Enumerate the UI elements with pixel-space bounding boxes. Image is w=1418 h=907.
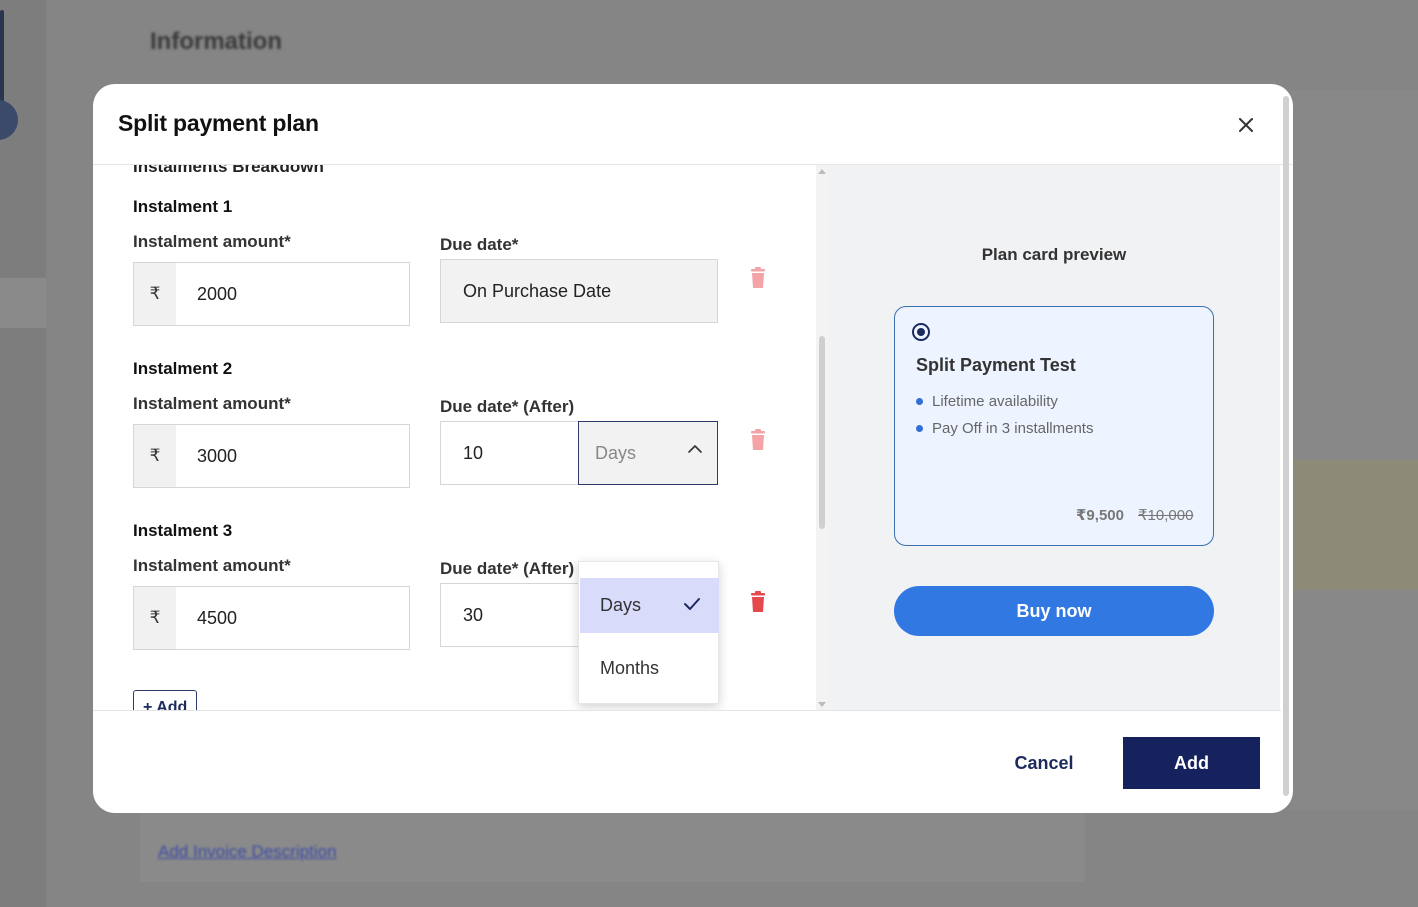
plan-price: ₹9,500 xyxy=(1076,507,1124,524)
background-nav-item xyxy=(0,278,46,328)
dropdown-option-label: Months xyxy=(600,658,660,678)
chevron-up-icon xyxy=(688,445,702,453)
plan-radio-button[interactable] xyxy=(912,323,930,341)
dropdown-option-days[interactable]: Days xyxy=(580,578,719,633)
instalment-2-amount-field[interactable]: ₹ 3000 xyxy=(133,424,410,488)
dropdown-option-label: Days xyxy=(600,595,642,615)
background-right-panel xyxy=(1290,90,1418,810)
plan-original-price: ₹10,000 xyxy=(1138,507,1194,524)
background-link: Add Invoice Description xyxy=(158,842,337,861)
bullet-icon xyxy=(916,398,923,405)
preview-title: Plan card preview xyxy=(981,245,1127,264)
instalment-3-amount-value[interactable]: 4500 xyxy=(176,587,409,649)
instalment-2-due-unit-select[interactable]: Days xyxy=(578,421,718,485)
buy-now-button[interactable]: Buy now xyxy=(894,586,1214,636)
due-unit-dropdown-menu: Days Months xyxy=(578,561,719,704)
plan-name: Split Payment Test xyxy=(916,355,1076,375)
close-button[interactable] xyxy=(1231,110,1261,140)
form-scrollbar-thumb[interactable] xyxy=(819,336,825,529)
delete-instalment-3-icon[interactable] xyxy=(748,591,768,613)
plan-feature: Lifetime availability xyxy=(916,393,1058,410)
background-sidebar xyxy=(0,0,46,907)
delete-instalment-1-icon[interactable] xyxy=(748,267,768,289)
section-heading: Instalments Breakdown xyxy=(133,165,324,176)
cancel-button[interactable]: Cancel xyxy=(993,737,1095,789)
instalment-2-title: Instalment 2 xyxy=(133,359,233,378)
due-unit-value: Days xyxy=(595,442,637,463)
instalment-2-amount-value[interactable]: 3000 xyxy=(176,425,409,487)
close-icon xyxy=(1239,118,1253,132)
instalment-1-amount-label: Instalment amount* xyxy=(133,232,291,251)
instalment-1-title: Instalment 1 xyxy=(133,197,233,216)
currency-prefix: ₹ xyxy=(134,425,176,487)
modal-scrollbar-thumb[interactable] xyxy=(1283,96,1289,796)
plan-feature-text: Pay Off in 3 installments xyxy=(932,420,1094,437)
instalment-1-amount-value[interactable]: 2000 xyxy=(176,263,409,325)
split-payment-modal: Split payment plan Instalments Breakdown… xyxy=(93,84,1293,813)
instalment-3-amount-field[interactable]: ₹ 4500 xyxy=(133,586,410,650)
instalment-2-amount-label: Instalment amount* xyxy=(133,394,291,413)
delete-instalment-2-icon[interactable] xyxy=(748,429,768,451)
dropdown-option-months[interactable]: Months xyxy=(580,641,719,696)
instalment-1-amount-field[interactable]: ₹ 2000 xyxy=(133,262,410,326)
checkmark-icon xyxy=(684,598,700,610)
add-plan-button[interactable]: Add xyxy=(1123,737,1260,789)
instalment-1-due-label: Due date* xyxy=(440,235,519,254)
plan-feature: Pay Off in 3 installments xyxy=(916,420,1093,437)
instalment-2-due-label: Due date* (After) xyxy=(440,397,575,416)
plan-preview-panel: Plan card preview Split Payment Test Lif… xyxy=(828,165,1280,710)
scroll-down-arrow-icon[interactable] xyxy=(818,702,826,707)
currency-prefix: ₹ xyxy=(134,587,176,649)
modal-title: Split payment plan xyxy=(118,110,319,136)
background-page-title: Information xyxy=(150,28,282,55)
instalments-form: Instalments Breakdown Instalment 1 Insta… xyxy=(93,165,816,710)
background-avatar xyxy=(0,100,18,140)
instalment-1-due-field[interactable]: On Purchase Date xyxy=(440,259,718,323)
radio-selected-dot xyxy=(917,328,925,336)
background-highlight-card xyxy=(1290,460,1418,590)
instalment-3-title: Instalment 3 xyxy=(133,521,233,540)
instalment-3-due-number-field[interactable]: 30 xyxy=(440,583,579,647)
scroll-up-arrow-icon[interactable] xyxy=(818,169,826,174)
plan-card: Split Payment Test Lifetime availability… xyxy=(894,306,1214,546)
modal-header: Split payment plan xyxy=(93,84,1293,165)
plan-feature-text: Lifetime availability xyxy=(932,393,1058,410)
bullet-icon xyxy=(916,425,923,432)
instalment-2-due-number-field[interactable]: 10 xyxy=(440,421,579,485)
modal-footer: Cancel Add xyxy=(93,710,1281,813)
instalment-3-due-label: Due date* (After) xyxy=(440,559,575,578)
instalment-3-amount-label: Instalment amount* xyxy=(133,556,291,575)
currency-prefix: ₹ xyxy=(134,263,176,325)
add-instalment-button[interactable]: + Add xyxy=(133,690,197,710)
